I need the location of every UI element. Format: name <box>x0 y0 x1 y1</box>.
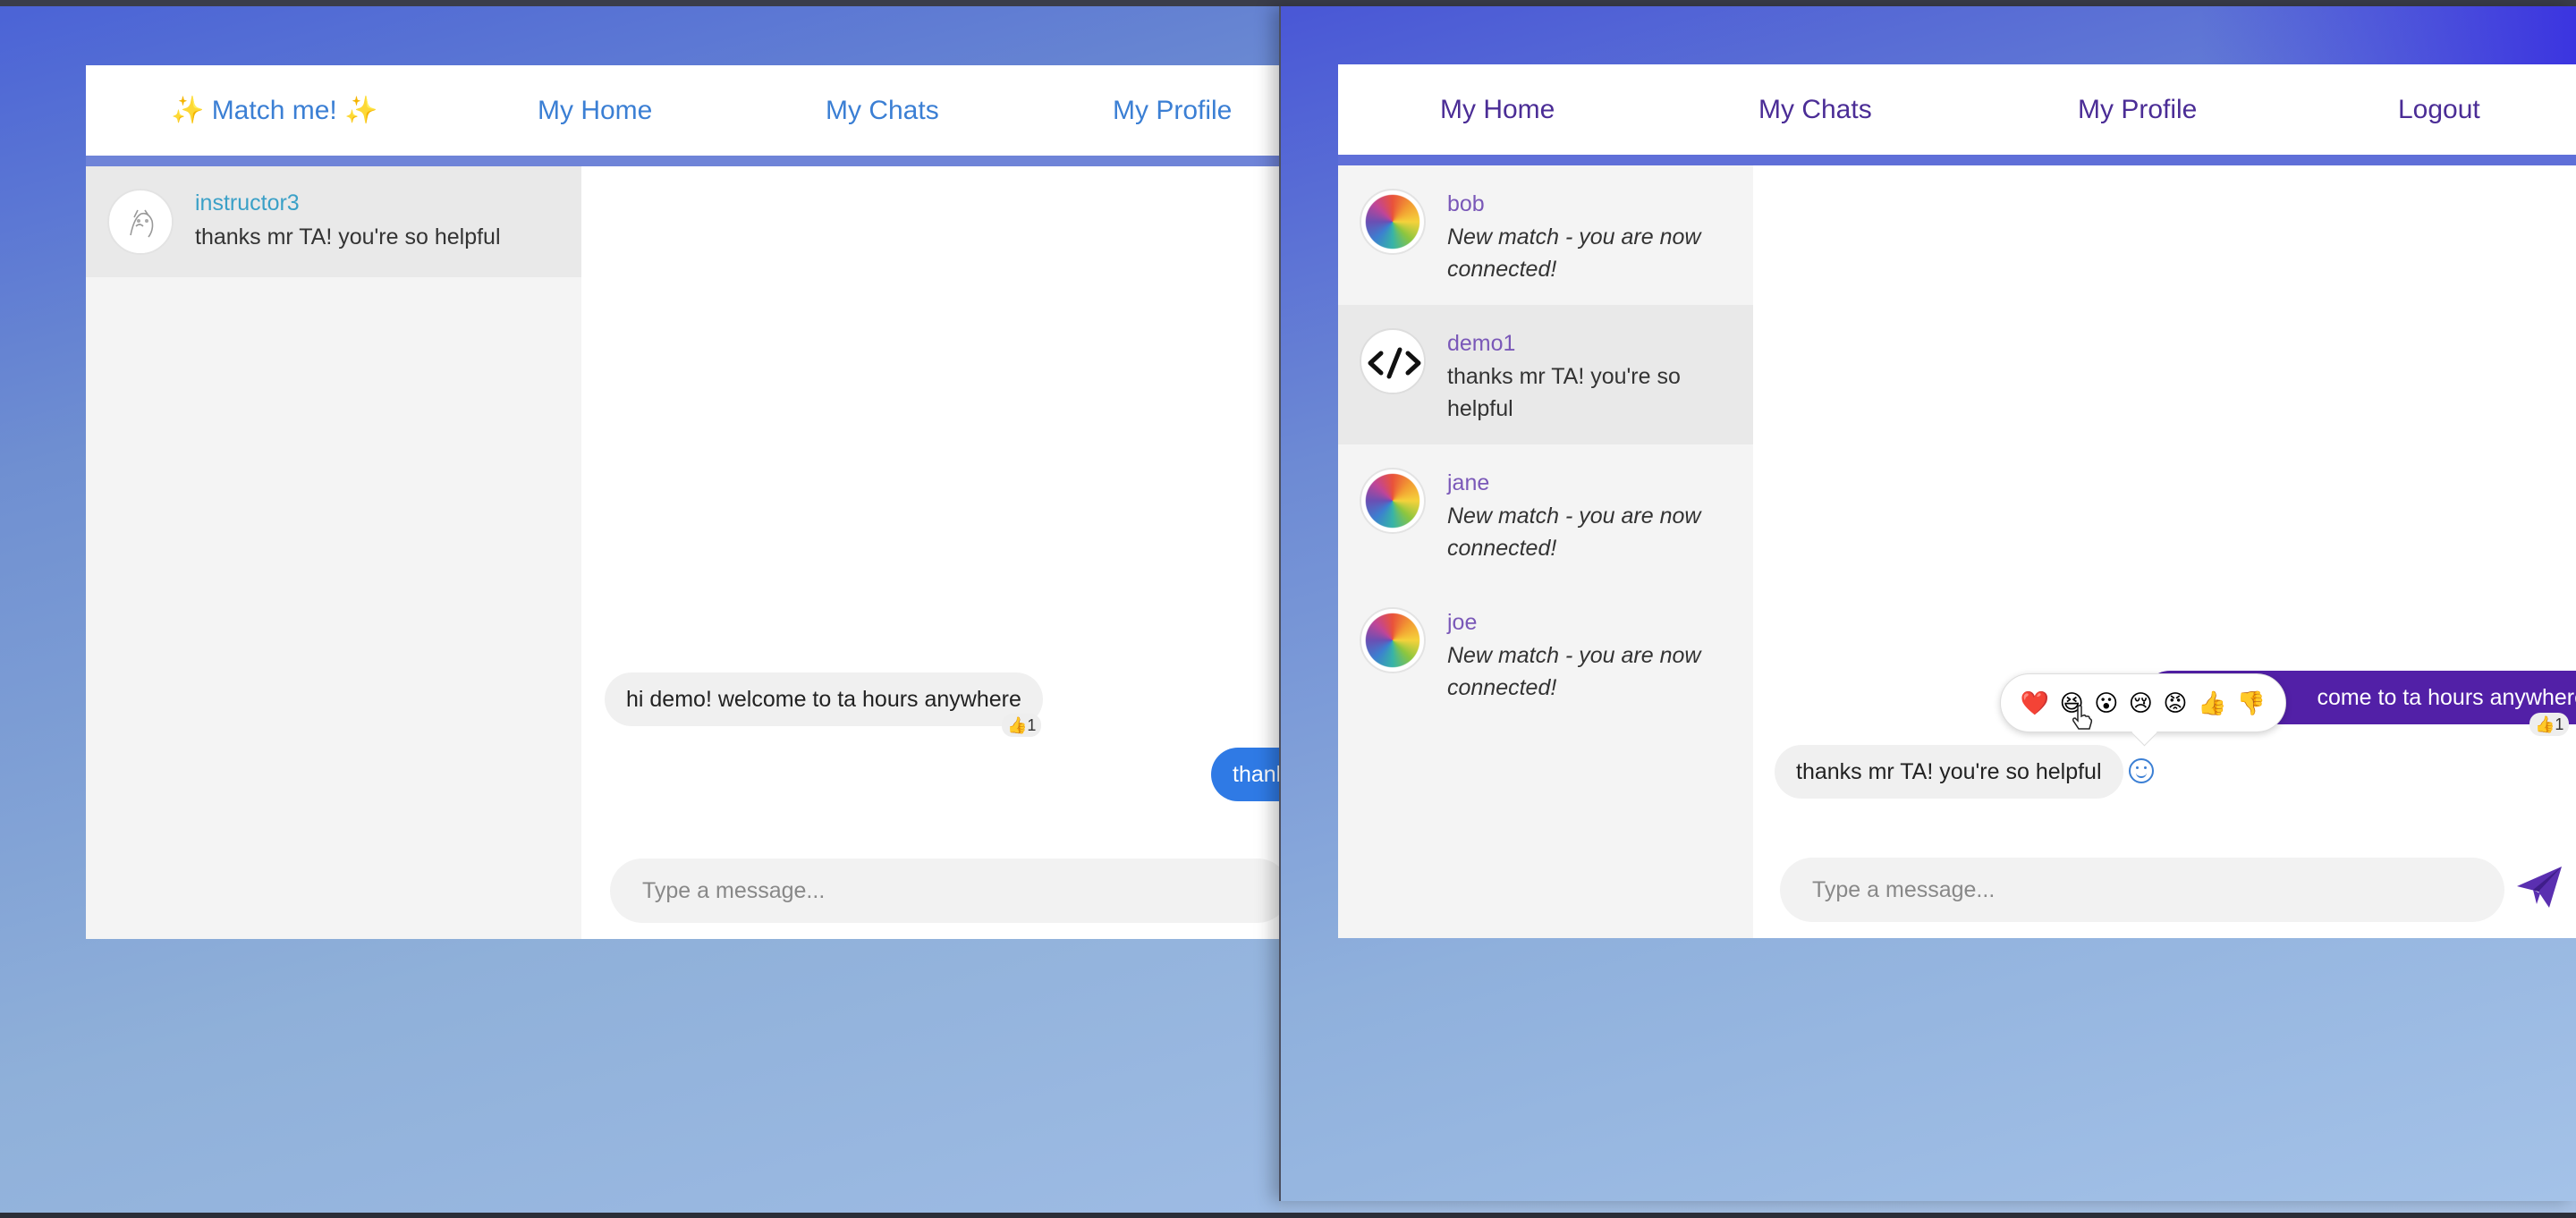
color-wheel-icon <box>1361 190 1424 253</box>
right-chat-area: come to ta hours anywhere 👍1 thanks mr T… <box>1753 165 2576 938</box>
emoji-reaction-picker: ❤️ 😆 😮 😢 😡 👍 👎 <box>2000 673 2286 732</box>
nav-my-home[interactable]: My Home <box>538 65 652 156</box>
left-chat-area: hi demo! welcome to ta hours anywhere 👍1… <box>581 166 1318 939</box>
smiley-icon[interactable] <box>2129 758 2154 783</box>
conversation-name: instructor3 <box>195 190 300 216</box>
reaction-badge[interactable]: 👍1 <box>2529 713 2570 736</box>
message-incoming: hi demo! welcome to ta hours anywhere <box>605 672 1043 726</box>
reaction-thumbs-down[interactable]: 👎 <box>2237 689 2266 717</box>
nav-my-chats[interactable]: My Chats <box>826 65 939 156</box>
conversation-name: joe <box>1447 610 1478 635</box>
nav-logout[interactable]: Logout <box>2398 64 2480 155</box>
conversation-name: bob <box>1447 191 1485 216</box>
message-text-field[interactable] <box>642 859 1225 923</box>
conversation-item-jane[interactable]: jane New match - you are now connected! <box>1338 444 1753 584</box>
conversation-name: demo1 <box>1447 331 1516 356</box>
conversation-item-joe[interactable]: joe New match - you are now connected! <box>1338 584 1753 723</box>
left-conversation-list: instructor3 thanks mr TA! you're so help… <box>86 166 581 939</box>
message-text-field[interactable] <box>1812 858 2436 922</box>
nav-my-chats[interactable]: My Chats <box>1758 64 1872 155</box>
code-icon <box>1362 331 1424 393</box>
reaction-wow[interactable]: 😮 <box>2094 689 2118 717</box>
reaction-heart[interactable]: ❤️ <box>2021 689 2049 717</box>
avatar-bob <box>1360 189 1426 255</box>
avatar-demo1 <box>1360 328 1426 394</box>
nav-my-home[interactable]: My Home <box>1440 64 1555 155</box>
sketch-avatar-icon <box>112 193 172 253</box>
conversation-item-instructor3[interactable]: instructor3 thanks mr TA! you're so help… <box>86 166 581 277</box>
conversation-preview: New match - you are now connected! <box>1447 224 1701 282</box>
conversation-preview: New match - you are now connected! <box>1447 643 1701 700</box>
conversation-item-demo1[interactable]: demo1 thanks mr TA! you're so helpful <box>1338 305 1753 444</box>
left-nav-bar: ✨ Match me! ✨ My Home My Chats My Profil… <box>86 65 1279 166</box>
right-conversation-list: bob New match - you are now connected! d… <box>1338 165 1753 938</box>
reaction-badge[interactable]: 👍1 <box>1002 714 1042 737</box>
nav-my-profile[interactable]: My Profile <box>2078 64 2197 155</box>
nav-match-me[interactable]: ✨ Match me! ✨ <box>171 65 377 156</box>
nav-my-profile[interactable]: My Profile <box>1113 65 1232 156</box>
conversation-preview: thanks mr TA! you're so helpful <box>195 224 501 250</box>
conversation-item-bob[interactable]: bob New match - you are now connected! <box>1338 165 1753 305</box>
reaction-sad[interactable]: 😢 <box>2129 689 2153 717</box>
hand-cursor-icon <box>2072 705 2093 730</box>
conversation-preview: thanks mr TA! you're so helpful <box>1447 364 1681 421</box>
screen-top-edge <box>0 0 2576 6</box>
color-wheel-icon <box>1361 469 1424 532</box>
conversation-preview: New match - you are now connected! <box>1447 503 1701 561</box>
avatar-joe <box>1360 607 1426 673</box>
reaction-angry[interactable]: 😡 <box>2163 689 2187 717</box>
screen-bottom-edge <box>0 1213 2576 1218</box>
right-nav-bar: My Home My Chats My Profile Logout <box>1338 64 2576 165</box>
color-wheel-icon <box>1361 609 1424 672</box>
message-input[interactable] <box>610 859 1290 923</box>
message-input[interactable] <box>1780 858 2504 922</box>
message-incoming: thanks mr TA! you're so helpful <box>1775 745 2123 799</box>
avatar-instructor3 <box>107 189 174 255</box>
conversation-name: jane <box>1447 470 1490 495</box>
avatar-jane <box>1360 468 1426 534</box>
send-icon[interactable] <box>2513 863 2565 913</box>
reaction-thumbs-up[interactable]: 👍 <box>2198 689 2226 717</box>
